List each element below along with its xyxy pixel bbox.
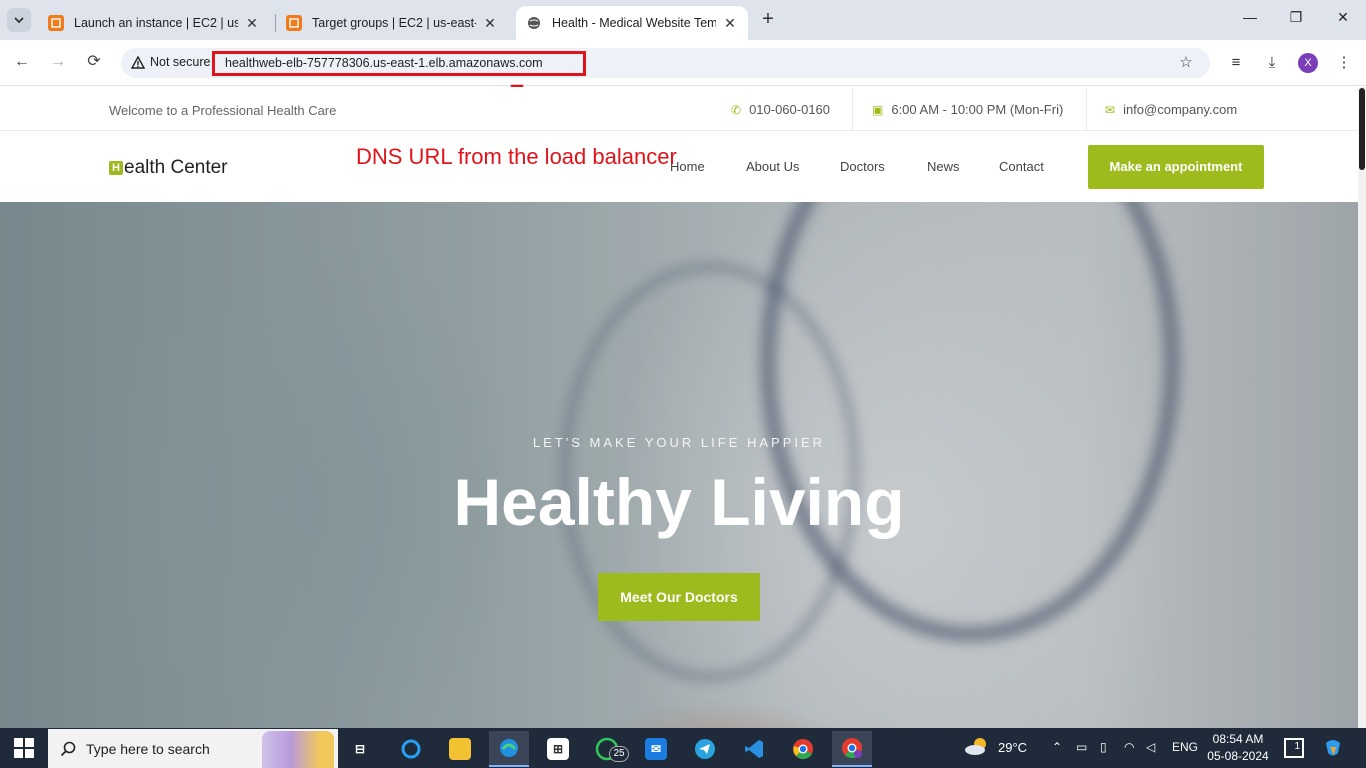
calendar-icon: ▣ <box>872 102 884 117</box>
copilot-icon[interactable] <box>1322 737 1344 762</box>
aws-favicon-icon <box>286 15 302 31</box>
make-appointment-button[interactable]: Make an appointment <box>1088 145 1264 189</box>
clock-time: 08:54 AM <box>1212 732 1264 746</box>
file-explorer-icon[interactable] <box>440 731 480 767</box>
tab-search-button[interactable] <box>7 8 31 32</box>
tab-health-website[interactable]: Health - Medical Website Temp ✕ <box>516 6 748 40</box>
phone-number: 010-060-0160 <box>749 102 831 117</box>
nav-news[interactable]: News <box>927 159 960 174</box>
mail-icon[interactable]: ✉ <box>636 731 676 767</box>
search-icon <box>60 741 76 756</box>
tab-launch-instance[interactable]: Launch an instance | EC2 | us-ea ✕ <box>38 6 270 40</box>
globe-icon <box>526 15 542 31</box>
close-icon[interactable]: ✕ <box>244 15 260 32</box>
meet-our-doctors-button[interactable]: Meet Our Doctors <box>598 573 760 621</box>
tab-title: Target groups | EC2 | us-east-1 <box>312 16 476 30</box>
wifi-icon[interactable]: ◠ <box>1124 740 1134 754</box>
phone-icon: ✆ <box>731 102 742 117</box>
site-security-indicator[interactable]: Not secure <box>131 55 210 69</box>
meet-now-icon[interactable]: ▭ <box>1076 740 1087 754</box>
scrollbar-thumb[interactable] <box>1359 88 1365 170</box>
hero-subtitle: LET'S MAKE YOUR LIFE HAPPIER <box>532 435 826 450</box>
chrome-profile-icon[interactable] <box>832 731 872 767</box>
close-window-icon[interactable]: ✕ <box>1333 9 1353 29</box>
menu-kebab-icon[interactable]: ⋮ <box>1334 53 1354 73</box>
bookmark-star-icon[interactable]: ☆ <box>1176 53 1196 73</box>
whatsapp-badge: 25 <box>609 746 629 762</box>
forward-arrow-icon[interactable]: → <box>47 51 69 73</box>
topbar-phone[interactable]: ✆ 010-060-0160 <box>731 102 830 117</box>
close-icon[interactable]: ✕ <box>482 15 498 32</box>
nav-contact[interactable]: Contact <box>999 159 1044 174</box>
media-control-icon[interactable]: ≡ <box>1226 53 1246 73</box>
microsoft-store-icon[interactable]: ⊞ <box>538 731 578 767</box>
topbar-divider <box>852 88 853 131</box>
profile-avatar[interactable]: X <box>1298 53 1318 73</box>
weather-icon[interactable] <box>964 736 992 759</box>
warning-triangle-icon <box>131 55 145 69</box>
welcome-text: Welcome to a Professional Health Care <box>109 103 337 118</box>
notification-center-icon[interactable]: 1 <box>1284 738 1304 758</box>
close-icon[interactable]: ✕ <box>722 15 738 32</box>
chevron-down-icon <box>14 17 24 24</box>
task-view-icon[interactable]: ⊟ <box>340 731 380 767</box>
system-clock[interactable]: 08:54 AM 05-08-2024 <box>1206 731 1270 765</box>
topbar-hours: ▣ 6:00 AM - 10:00 PM (Mon-Fri) <box>872 102 1063 117</box>
email-address: info@company.com <box>1123 102 1238 117</box>
search-placeholder: Type here to search <box>86 740 210 757</box>
tab-target-groups[interactable]: Target groups | EC2 | us-east-1 ✕ <box>276 6 508 40</box>
telegram-icon[interactable] <box>685 731 725 767</box>
topbar-divider <box>1086 88 1087 131</box>
nav-about-us[interactable]: About Us <box>746 159 799 174</box>
new-tab-button[interactable]: + <box>758 9 778 29</box>
download-icon[interactable]: ⤓ <box>1262 53 1282 73</box>
clock-date: 05-08-2024 <box>1207 749 1269 763</box>
envelope-icon: ✉ <box>1105 102 1116 117</box>
logo-text: ealth Center <box>124 157 228 178</box>
url-text[interactable]: healthweb-elb-757778306.us-east-1.elb.am… <box>212 51 586 76</box>
topbar-email[interactable]: ✉ info@company.com <box>1105 102 1237 117</box>
tab-title: Health - Medical Website Temp <box>552 16 716 30</box>
minimize-icon[interactable]: — <box>1240 9 1260 29</box>
back-arrow-icon[interactable]: ← <box>11 51 33 73</box>
aws-favicon-icon <box>48 15 64 31</box>
page-scrollbar[interactable] <box>1358 87 1366 728</box>
reload-icon[interactable]: ⟳ <box>83 51 105 73</box>
search-highlight-art-icon <box>262 731 334 768</box>
language-indicator[interactable]: ENG <box>1172 740 1198 754</box>
opening-hours: 6:00 AM - 10:00 PM (Mon-Fri) <box>891 102 1064 117</box>
restore-icon[interactable]: ❐ <box>1286 9 1306 29</box>
logo-mark: H <box>109 161 123 175</box>
chrome-icon[interactable] <box>783 731 823 767</box>
windows-start-icon[interactable] <box>14 738 34 758</box>
chevron-up-icon[interactable]: ⌃ <box>1052 740 1062 754</box>
not-secure-label: Not secure <box>150 55 211 69</box>
edge-browser-icon[interactable] <box>489 731 529 767</box>
site-logo[interactable]: H ealth Center <box>109 157 228 179</box>
tab-title: Launch an instance | EC2 | us-ea <box>74 16 238 30</box>
volume-icon[interactable]: ◁ <box>1146 740 1155 754</box>
hero-title: Healthy Living <box>453 465 905 539</box>
cortana-icon[interactable] <box>391 731 431 767</box>
battery-icon[interactable]: ▯ <box>1100 740 1107 754</box>
vscode-icon[interactable] <box>734 731 774 767</box>
annotation-label: DNS URL from the load balancer <box>356 144 677 169</box>
weather-temperature[interactable]: 29°C <box>998 740 1027 755</box>
nav-doctors[interactable]: Doctors <box>840 159 885 174</box>
